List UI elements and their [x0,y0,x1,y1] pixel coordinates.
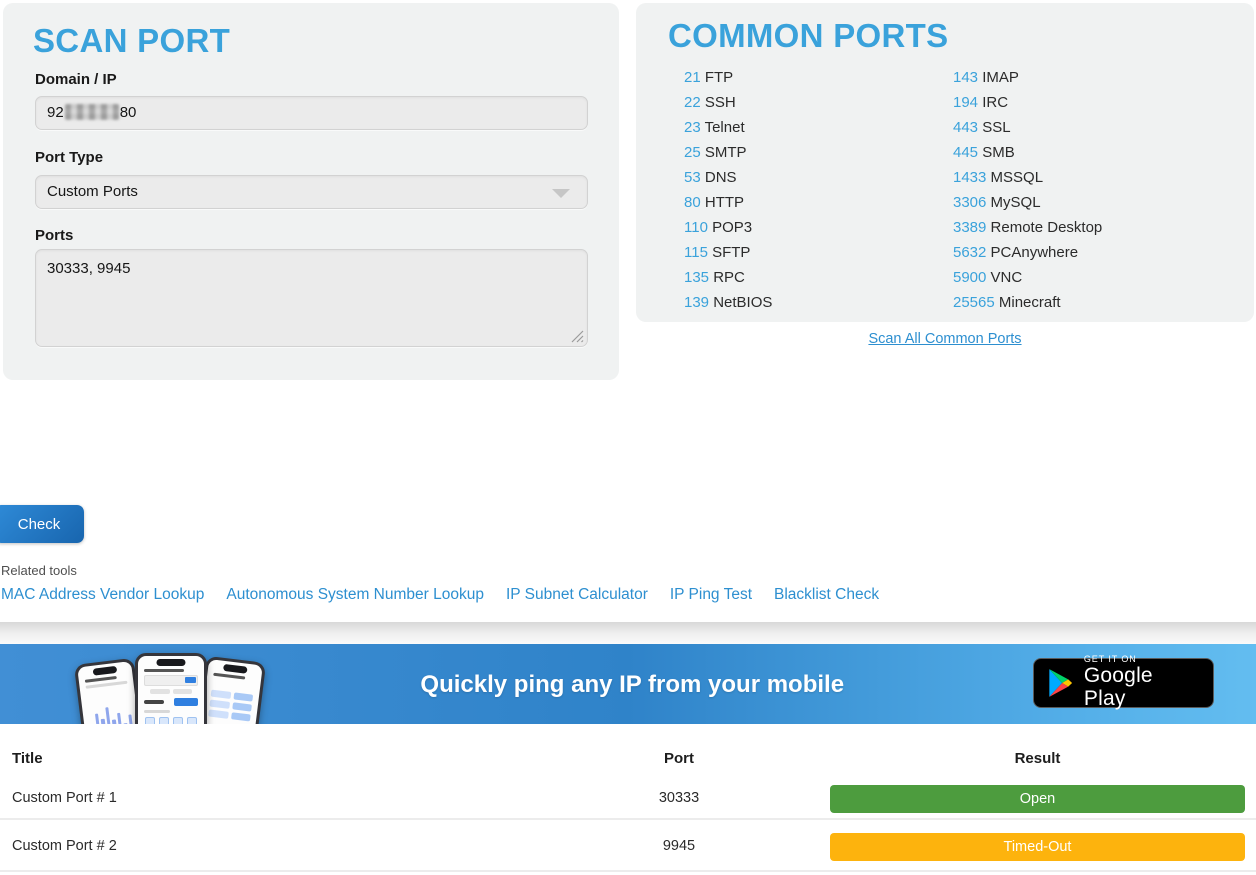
common-port-item: 80 HTTP [684,190,953,215]
google-play-icon [1047,668,1074,698]
scan-port-title: SCAN PORT [33,22,230,60]
related-tool-link[interactable]: MAC Address Vendor Lookup [1,586,204,604]
result-port: 30333 [600,790,758,806]
phone-mockup-center [135,653,207,724]
common-port-item: 110 POP3 [684,215,953,240]
domain-ip-label: Domain / IP [35,71,117,88]
result-status-badge: Open [830,785,1245,813]
ports-textarea[interactable]: 30333, 9945 [35,249,588,347]
common-port-item: 443 SSL [953,115,1224,140]
common-port-item: 445 SMB [953,140,1224,165]
port-scanner-page: SCAN PORT Domain / IP 92 80 Port Type Cus… [0,0,1256,875]
header-title: Title [12,750,43,767]
ports-label: Ports [35,227,73,244]
common-ports-column-2: 143 IMAP194 IRC443 SSL445 SMB1433 MSSQL3… [953,65,1224,315]
related-tools-label: Related tools [1,563,77,578]
phone-notch [223,664,247,674]
common-port-item: 23 Telnet [684,115,953,140]
phone-bar-chart [88,702,134,724]
phone-notch [93,666,117,676]
common-port-item: 115 SFTP [684,240,953,265]
ports-value: 30333, 9945 [47,260,130,277]
port-type-selected-value: Custom Ports [47,183,138,200]
common-port-item: 139 NetBIOS [684,290,953,315]
resize-handle-icon [571,330,584,343]
section-divider [0,622,1256,644]
related-tool-link[interactable]: IP Ping Test [670,586,752,604]
related-tool-link[interactable]: Autonomous System Number Lookup [226,586,484,604]
phone-tool-icons [145,717,197,724]
result-title: Custom Port # 1 [12,790,117,806]
phone-notch [156,659,185,666]
common-port-item: 5900 VNC [953,265,1224,290]
common-ports-column-1: 21 FTP22 SSH23 Telnet25 SMTP53 DNS80 HTT… [684,65,953,315]
google-play-label: Google Play [1084,665,1200,710]
common-port-item: 5632 PCAnywhere [953,240,1224,265]
row-separator [0,870,1256,872]
scan-all-common-ports-link[interactable]: Scan All Common Ports [636,331,1254,347]
port-type-label: Port Type [35,149,103,166]
check-button[interactable]: Check [0,505,84,543]
redacted-ip-segment [65,104,119,120]
result-row: Custom Port # 29945Timed-Out [0,838,1256,868]
phone-button-grid [208,690,253,722]
related-tool-link[interactable]: IP Subnet Calculator [506,586,648,604]
row-separator [0,818,1256,820]
scan-port-panel: SCAN PORT Domain / IP 92 80 Port Type Cus… [3,3,619,380]
chevron-down-icon [552,189,570,198]
domain-ip-input[interactable]: 92 80 [35,96,588,130]
common-port-item: 21 FTP [684,65,953,90]
common-port-item: 194 IRC [953,90,1224,115]
common-port-item: 22 SSH [684,90,953,115]
phone-blue-button [174,698,198,706]
domain-ip-value-prefix: 92 [47,104,64,121]
result-status-badge: Timed-Out [830,833,1245,861]
common-port-item: 1433 MSSQL [953,165,1224,190]
phones-mockup-image [80,653,315,724]
related-tool-link[interactable]: Blacklist Check [774,586,879,604]
banner-headline: Quickly ping any IP from your mobile [420,671,844,699]
results-table: Title Port Result Custom Port # 1 30333 Op… [0,744,1256,875]
common-port-item: 25565 Minecraft [953,290,1224,315]
header-port: Port [600,750,758,767]
google-play-badge[interactable]: GET IT ON Google Play [1033,658,1214,708]
common-port-item: 3306 MySQL [953,190,1224,215]
mobile-app-banner: Quickly ping any IP from your mobile GET… [0,644,1256,724]
common-ports-list: 21 FTP22 SSH23 Telnet25 SMTP53 DNS80 HTT… [684,65,1224,315]
related-tools-links: MAC Address Vendor Lookup Autonomous Syst… [1,586,879,604]
common-port-item: 25 SMTP [684,140,953,165]
common-port-item: 135 RPC [684,265,953,290]
common-port-item: 3389 Remote Desktop [953,215,1224,240]
port-type-select[interactable]: Custom Ports [35,175,588,209]
common-ports-title: COMMON PORTS [668,17,948,55]
header-result: Result [830,750,1245,767]
result-title: Custom Port # 2 [12,838,117,854]
domain-ip-value-suffix: 80 [120,104,137,121]
common-port-item: 53 DNS [684,165,953,190]
result-row: Custom Port # 130333Open [0,790,1256,820]
result-port: 9945 [600,838,758,854]
common-port-item: 143 IMAP [953,65,1224,90]
phone-search-field [144,675,198,686]
common-ports-panel: COMMON PORTS 21 FTP22 SSH23 Telnet25 SMT… [636,3,1254,322]
